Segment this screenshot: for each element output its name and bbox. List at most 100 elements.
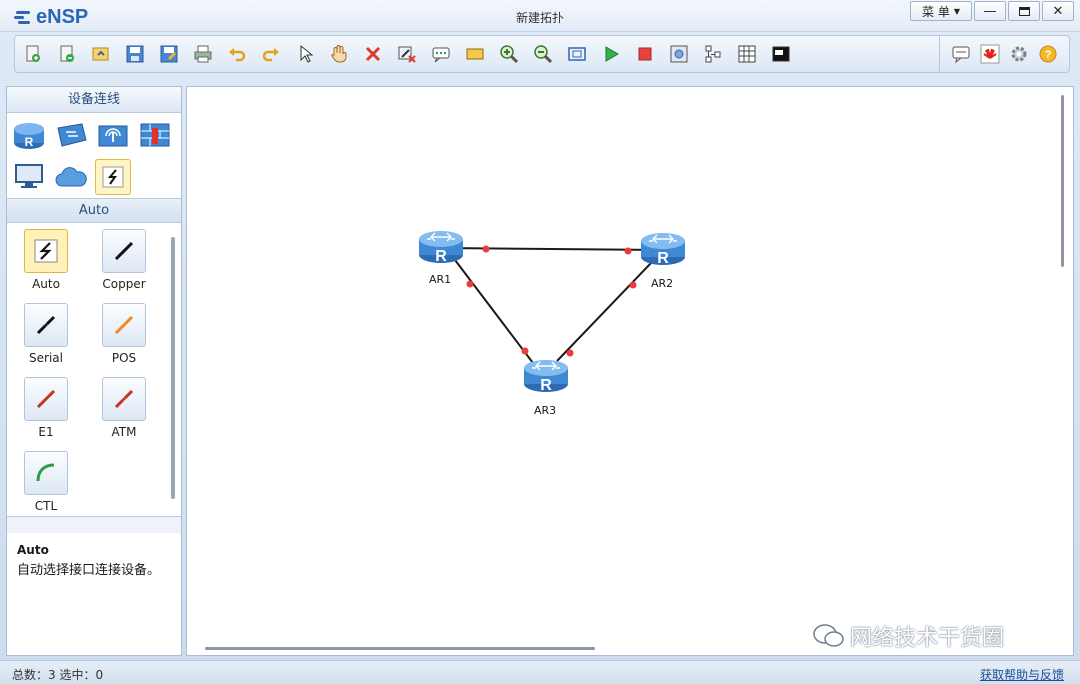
watermark-text: 网络技术干货圈 — [850, 626, 1005, 651]
ctl-cable-icon — [24, 451, 68, 495]
start-device-button[interactable] — [597, 40, 625, 68]
link-ar2-ar3[interactable] — [556, 262, 652, 362]
atm-cable-icon — [102, 377, 146, 421]
canvas-horizontal-scrollbar[interactable] — [205, 647, 595, 650]
settings-gear-icon — [1011, 46, 1027, 62]
help-feedback-link[interactable]: 获取帮助与反馈 — [980, 666, 1064, 683]
cable-list-scrollbar[interactable] — [171, 237, 175, 499]
capture-button[interactable] — [665, 40, 693, 68]
copper-cable-icon — [102, 229, 146, 273]
router-label-ar1: AR1 — [429, 273, 452, 286]
zoom-in-icon — [500, 45, 519, 64]
grid-button[interactable] — [733, 40, 761, 68]
cable-serial[interactable]: Serial — [11, 299, 81, 365]
cable-ctl[interactable]: CTL — [11, 447, 81, 513]
help-icon: ? — [1039, 45, 1057, 63]
menu-label: 菜 单 — [922, 4, 950, 19]
cable-pos[interactable]: POS — [89, 299, 159, 365]
select-pointer-icon — [300, 44, 314, 63]
link-ar1-ar3[interactable] — [454, 259, 534, 364]
zoom-in-button[interactable] — [495, 40, 523, 68]
save-as-button[interactable] — [155, 40, 183, 68]
router-ar2[interactable] — [640, 232, 686, 268]
link-ar1-ar2[interactable] — [442, 245, 664, 255]
minimize-button[interactable]: — — [974, 1, 1006, 21]
print-button[interactable] — [189, 40, 217, 68]
start-device-icon — [605, 46, 619, 62]
topology-canvas[interactable]: R — [186, 86, 1074, 656]
print-icon — [194, 45, 212, 63]
new-topology-icon — [26, 45, 40, 62]
wechat-icon — [813, 624, 844, 647]
undo-button[interactable] — [223, 40, 251, 68]
switch-category[interactable] — [53, 117, 89, 153]
new-lab-button[interactable] — [53, 40, 81, 68]
fit-view-icon — [568, 47, 586, 61]
topology-svg: R — [418, 230, 686, 395]
new-topology-button[interactable] — [19, 40, 47, 68]
cable-auto[interactable]: Auto — [11, 225, 81, 291]
ensp-window: eNSP 新建拓扑 菜 单 ▼ — ✕ ? 设备连线 R Auto Auto C… — [0, 0, 1080, 684]
cable-copper[interactable]: Copper — [89, 225, 159, 291]
cable-atm[interactable]: ATM — [89, 373, 159, 439]
close-button[interactable]: ✕ — [1042, 1, 1074, 21]
device-panel: 设备连线 R Auto Auto Copper Serial POS E1 AT… — [6, 86, 182, 656]
router-label-ar3: AR3 — [534, 404, 557, 417]
cable-label: CTL — [34, 499, 58, 513]
chat-icon — [952, 46, 970, 64]
rectangle-button[interactable] — [461, 40, 489, 68]
switch-icon — [57, 123, 87, 147]
connection-category[interactable] — [95, 159, 131, 195]
capture-icon — [670, 45, 688, 63]
cable-description: Auto 自动选择接口连接设备。 — [7, 533, 181, 655]
cloud-category[interactable] — [53, 159, 89, 195]
cloud-icon — [55, 167, 87, 187]
settings-button[interactable] — [1005, 40, 1033, 68]
topology-icon — [705, 45, 721, 63]
router-ar1[interactable] — [418, 230, 464, 266]
delete-connection-icon — [398, 46, 416, 63]
svg-text:R: R — [25, 135, 34, 149]
text-annotation-icon — [432, 47, 450, 63]
wlan-category[interactable] — [95, 117, 131, 153]
pan-button[interactable] — [325, 40, 353, 68]
chevron-down-icon: ▼ — [953, 6, 960, 16]
cable-e1[interactable]: E1 — [11, 373, 81, 439]
console-button[interactable] — [767, 40, 795, 68]
zoom-out-button[interactable] — [529, 40, 557, 68]
firewall-category[interactable] — [137, 117, 173, 153]
status-bar: 总数：3 选中：0 获取帮助与反馈 — [0, 660, 1080, 684]
pc-category[interactable] — [11, 159, 47, 195]
save-button[interactable] — [121, 40, 149, 68]
description-title: Auto — [17, 543, 49, 557]
maximize-button[interactable] — [1008, 1, 1040, 21]
router-ar3[interactable] — [523, 359, 569, 395]
text-annotation-button[interactable] — [427, 40, 455, 68]
router-label-ar2: AR2 — [651, 277, 674, 290]
open-button[interactable] — [87, 40, 115, 68]
delete-connection-button[interactable] — [393, 40, 421, 68]
select-button[interactable] — [291, 40, 319, 68]
firewall-icon — [140, 123, 170, 147]
redo-button[interactable] — [257, 40, 285, 68]
save-icon — [126, 45, 144, 63]
help-button[interactable]: ? — [1034, 40, 1062, 68]
cable-label: Auto — [32, 277, 60, 291]
stop-device-icon — [638, 47, 652, 61]
grid-icon — [738, 45, 756, 63]
fit-view-button[interactable] — [563, 40, 591, 68]
minimize-icon: — — [983, 3, 997, 19]
chat-button[interactable] — [947, 40, 975, 68]
menu-button[interactable]: 菜 单 ▼ — [910, 1, 972, 21]
huawei-button[interactable] — [976, 40, 1004, 68]
device-panel-header: 设备连线 — [7, 87, 181, 113]
new-lab-icon — [60, 45, 74, 62]
delete-button[interactable] — [359, 40, 387, 68]
stop-device-button[interactable] — [631, 40, 659, 68]
router-icon: R — [14, 123, 44, 149]
cable-label: POS — [111, 351, 137, 365]
router-category[interactable]: R — [11, 117, 47, 153]
device-categories: R — [7, 113, 181, 199]
canvas-vertical-scrollbar[interactable] — [1061, 95, 1064, 267]
topology-button[interactable] — [699, 40, 727, 68]
